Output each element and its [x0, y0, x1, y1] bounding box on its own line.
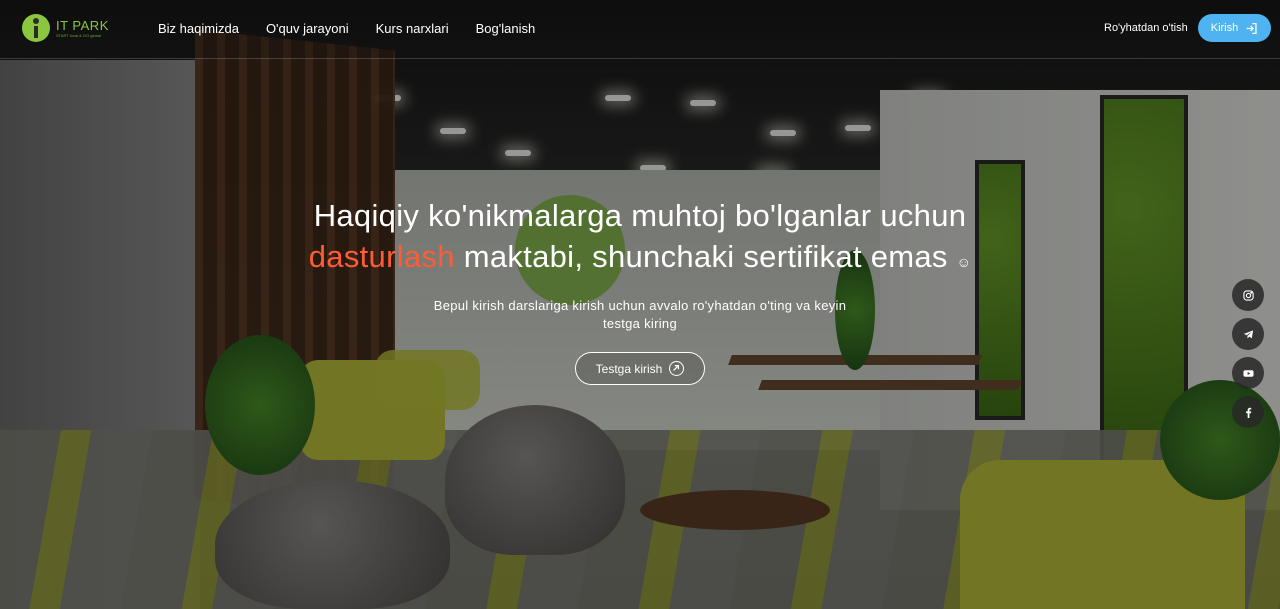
nav-item-course-prices[interactable]: Kurs narxlari [376, 21, 449, 36]
headline-part-2: maktabi, shunchaki sertifikat emas [463, 239, 948, 274]
nav-item-about[interactable]: Biz haqimizda [158, 21, 239, 36]
brand-name: IT PARK [56, 17, 109, 33]
social-links [1232, 279, 1264, 428]
arrow-up-right-circle-icon [669, 361, 685, 376]
nav-item-learning-process[interactable]: O'quv jarayoni [266, 21, 349, 36]
test-entry-button[interactable]: Testga kirish [575, 352, 705, 385]
site-logo[interactable]: IT PARK START local & GO global [22, 14, 109, 42]
instagram-link[interactable] [1232, 279, 1264, 311]
facebook-icon [1245, 407, 1251, 418]
headline-accent-word: dasturlash [308, 239, 455, 274]
main-nav: Biz haqimizda O'quv jarayoni Kurs narxla… [158, 21, 535, 36]
youtube-link[interactable] [1232, 357, 1264, 389]
hero-subtitle: Bepul kirish darslariga kirish uchun avv… [433, 298, 847, 331]
hero-headline: Haqiqiy ko'nikmalarga muhtoj bo'lganlar … [240, 195, 1040, 283]
login-button-label: Kirish [1210, 22, 1239, 34]
instagram-icon [1242, 289, 1254, 301]
site-header: IT PARK START local & GO global Biz haqi… [0, 0, 1280, 59]
youtube-icon [1242, 369, 1254, 377]
it-park-logo-icon [22, 14, 50, 42]
headline-part-1: Haqiqiy ko'nikmalarga muhtoj bo'lganlar … [313, 198, 967, 233]
telegram-icon [1243, 329, 1253, 338]
login-button[interactable]: Kirish [1198, 14, 1271, 42]
telegram-link[interactable] [1232, 318, 1264, 350]
sign-in-icon [1246, 22, 1257, 34]
brand-tagline: START local & GO global [56, 32, 101, 38]
test-entry-button-label: Testga kirish [595, 361, 663, 376]
smile-emoji-icon: ☺ [956, 254, 972, 270]
register-link[interactable]: Ro'yhatdan o'tish [1104, 22, 1188, 34]
nav-item-contact[interactable]: Bog'lanish [476, 21, 536, 36]
hero-section: Haqiqiy ko'nikmalarga muhtoj bo'lganlar … [240, 195, 1040, 385]
facebook-link[interactable] [1232, 396, 1264, 428]
